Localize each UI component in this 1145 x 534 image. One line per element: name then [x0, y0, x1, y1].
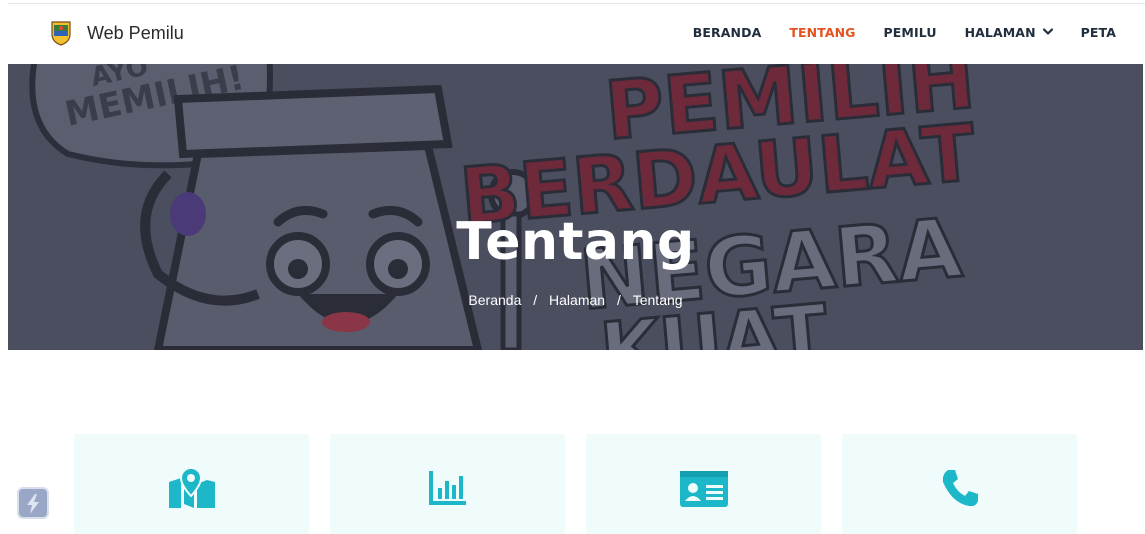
- map-location-icon: [168, 468, 215, 508]
- feature-card-map[interactable]: [74, 434, 309, 534]
- brand[interactable]: Web Pemilu: [50, 20, 184, 46]
- nav-item-halaman[interactable]: HALAMAN: [965, 25, 1053, 40]
- nav-item-beranda[interactable]: BERANDA: [693, 25, 762, 40]
- feature-card-phone[interactable]: [842, 434, 1077, 534]
- lightning-icon: [27, 494, 39, 514]
- navbar: Web Pemilu BERANDA TENTANG PEMILU HALAMA…: [0, 4, 1145, 64]
- main-nav: BERANDA TENTANG PEMILU HALAMAN PETA: [665, 4, 1116, 60]
- page-hero: AYO MEMILIH! PEMILIH BERDAULAT NEGARA KU…: [8, 64, 1143, 350]
- breadcrumb-halaman[interactable]: Halaman: [549, 292, 605, 308]
- bar-chart-icon: [428, 471, 466, 505]
- regency-crest-icon: [51, 21, 71, 46]
- feature-card-id[interactable]: [586, 434, 821, 534]
- breadcrumb-tentang: Tentang: [632, 292, 683, 308]
- breadcrumb-beranda[interactable]: Beranda: [468, 292, 521, 308]
- nav-item-pemilu[interactable]: PEMILU: [884, 25, 937, 40]
- breadcrumb-separator: /: [533, 292, 538, 308]
- brand-name: Web Pemilu: [87, 22, 184, 43]
- nav-item-peta[interactable]: PETA: [1081, 25, 1116, 40]
- nav-item-tentang[interactable]: TENTANG: [789, 25, 855, 40]
- phone-icon: [942, 470, 978, 507]
- breadcrumb: Beranda / Halaman / Tentang: [8, 292, 1143, 308]
- page-title: Tentang: [456, 212, 695, 272]
- feature-card-chart[interactable]: [330, 434, 565, 534]
- nav-item-halaman-label: HALAMAN: [964, 24, 1036, 40]
- floating-action-button[interactable]: [17, 487, 49, 519]
- id-card-icon: [679, 471, 728, 507]
- breadcrumb-separator: /: [616, 292, 621, 308]
- chevron-down-icon: [1042, 28, 1053, 35]
